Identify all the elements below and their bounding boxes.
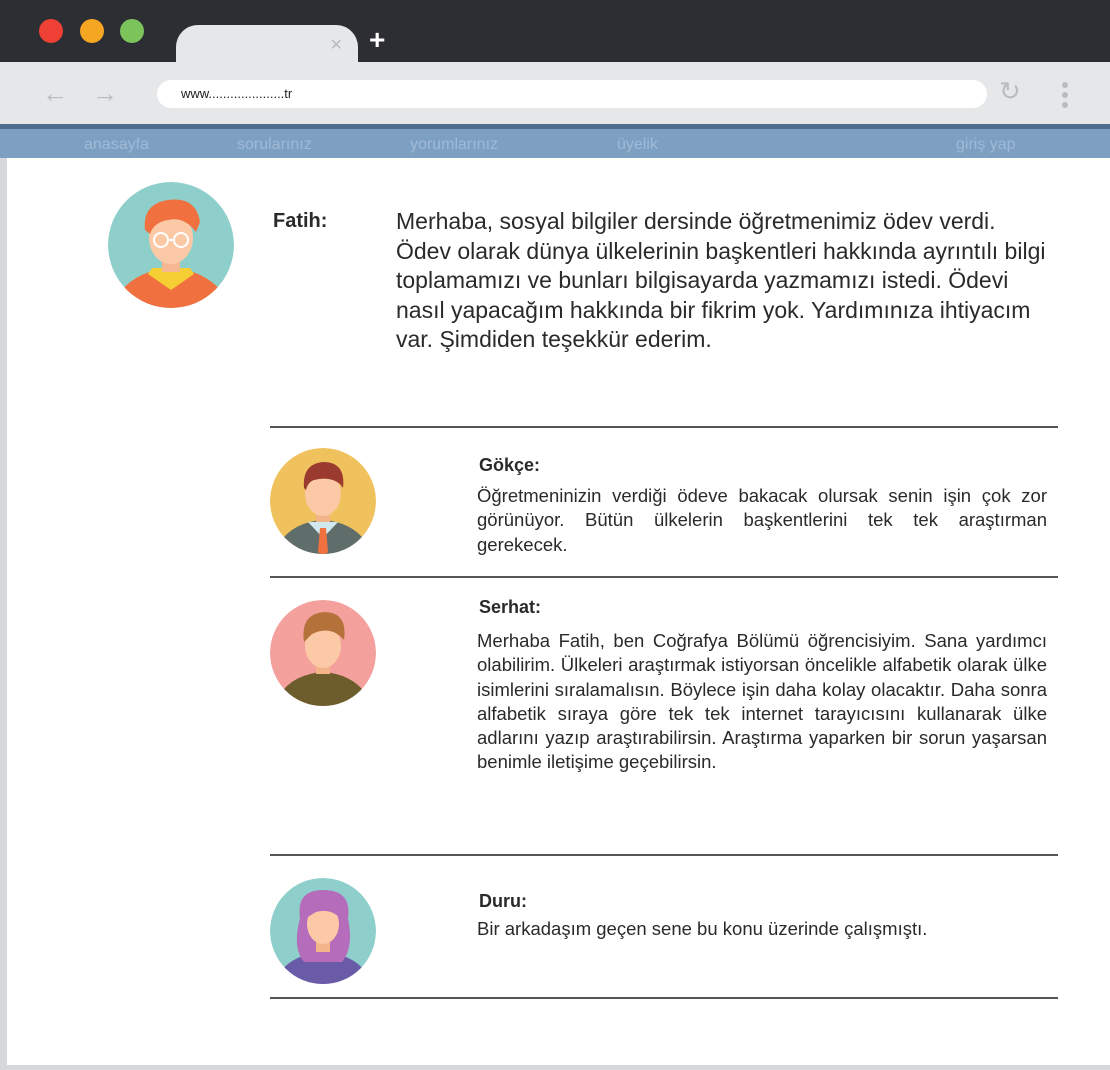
menu-kebab-icon[interactable] xyxy=(1062,82,1070,112)
question-author: Fatih: xyxy=(273,210,328,232)
reply-text: Bir arkadaşım geçen sene bu konu üzerind… xyxy=(477,918,928,939)
new-tab-button[interactable]: + xyxy=(369,26,385,54)
browser-toolbar: ← → www.....................tr ↻ xyxy=(0,62,1110,124)
forward-arrow-icon[interactable]: → xyxy=(92,80,118,106)
reply-author: Duru: xyxy=(479,891,527,911)
site-nav: anasayfa sorularınız yorumlarınız üyelik… xyxy=(0,124,1110,158)
avatar-duru xyxy=(270,878,376,984)
reply-text: Öğretmeninizin verdiği ödeve bakacak olu… xyxy=(477,485,1047,555)
minimize-window-button[interactable] xyxy=(80,19,104,43)
reply-author: Gökçe: xyxy=(479,455,541,475)
divider xyxy=(270,576,1058,578)
reply-author: Serhat: xyxy=(479,597,542,617)
avatar-fatih xyxy=(108,182,234,308)
avatar-gokce xyxy=(270,448,376,554)
divider xyxy=(270,426,1058,428)
maximize-window-button[interactable] xyxy=(120,19,144,43)
nav-comments-link[interactable]: yorumlarınız xyxy=(410,136,498,154)
question-text: Merhaba, sosyal bilgiler dersinde öğretm… xyxy=(396,208,1046,353)
reply-text: Merhaba Fatih, ben Coğrafya Bölümü öğren… xyxy=(477,630,1047,773)
divider xyxy=(270,854,1058,856)
nav-membership-link[interactable]: üyelik xyxy=(617,136,658,154)
nav-login-link[interactable]: giriş yap xyxy=(956,136,1016,154)
close-window-button[interactable] xyxy=(39,19,63,43)
close-tab-icon[interactable]: × xyxy=(330,35,342,55)
nav-questions-link[interactable]: sorularınız xyxy=(237,136,312,154)
back-arrow-icon[interactable]: ← xyxy=(42,80,68,106)
address-bar[interactable]: www.....................tr xyxy=(157,80,987,108)
reload-icon[interactable]: ↻ xyxy=(999,76,1021,106)
divider xyxy=(270,997,1058,999)
avatar-serhat xyxy=(270,600,376,706)
nav-home-link[interactable]: anasayfa xyxy=(84,136,149,154)
browser-tab[interactable]: × xyxy=(176,25,358,65)
title-bar: × + xyxy=(0,0,1110,65)
